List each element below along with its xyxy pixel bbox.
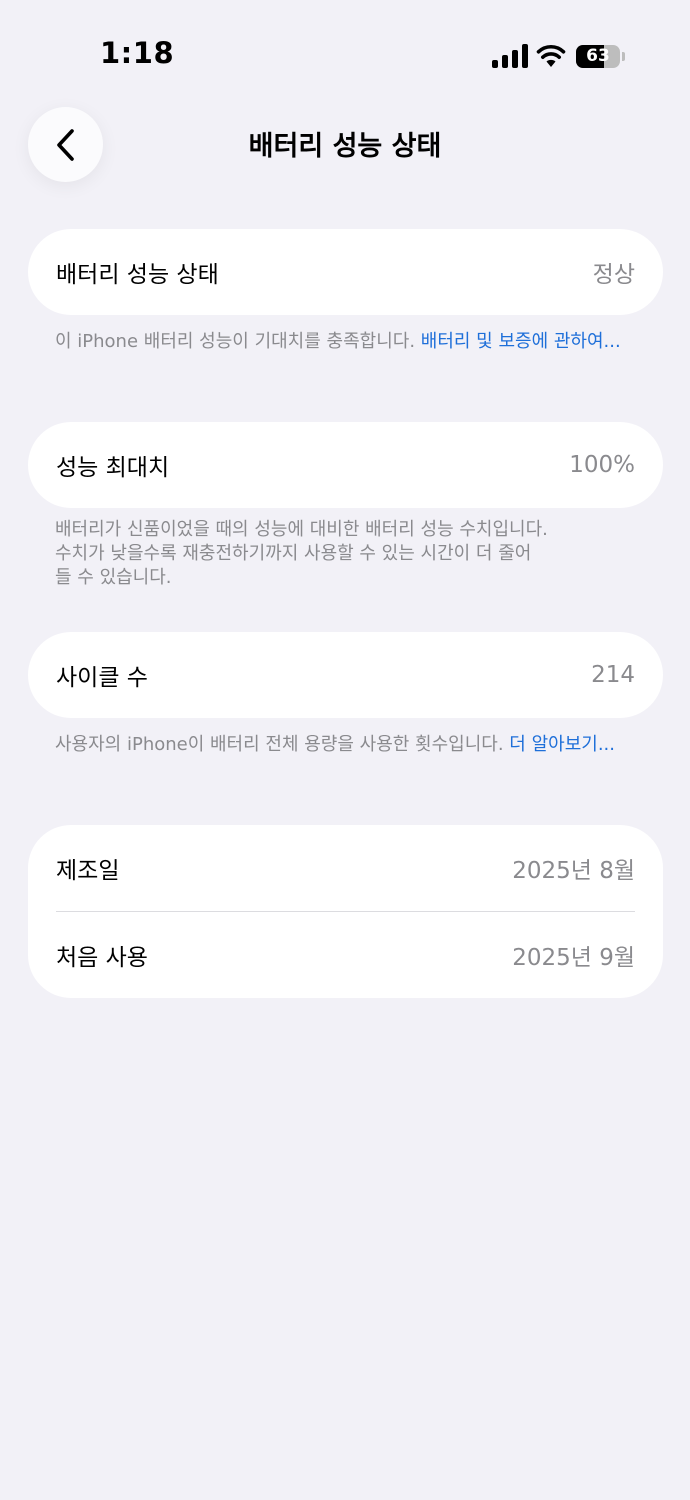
battery-warranty-link[interactable]: 배터리 및 보증에 관하여... bbox=[421, 331, 621, 352]
battery-cap bbox=[622, 52, 625, 61]
battery-health-footnote: 이 iPhone 배터리 성능이 기대치를 충족합니다. 배터리 및 보증에 관… bbox=[55, 330, 635, 354]
cycle-count-footnote-text: 사용자의 iPhone이 배터리 전체 용량을 사용한 횟수입니다. bbox=[55, 734, 510, 755]
learn-more-link[interactable]: 더 알아보기... bbox=[509, 734, 615, 755]
max-capacity-footnote: 배터리가 신품이었을 때의 성능에 대비한 배터리 성능 수치입니다. 수치가 … bbox=[55, 518, 635, 590]
max-capacity-footnote-line: 들 수 있습니다. bbox=[55, 567, 172, 588]
max-capacity-label: 성능 최대치 bbox=[56, 455, 170, 481]
cycle-count-footnote: 사용자의 iPhone이 배터리 전체 용량을 사용한 횟수입니다. 더 알아보… bbox=[55, 733, 635, 757]
cycle-count-card: 사이클 수 214 bbox=[28, 632, 663, 718]
cycle-count-value: 214 bbox=[591, 662, 635, 688]
first-use-row: 처음 사용 2025년 9월 bbox=[28, 912, 663, 998]
max-capacity-footnote-line: 배터리가 신품이었을 때의 성능에 대비한 배터리 성능 수치입니다. bbox=[55, 519, 548, 540]
cellular-signal-icon bbox=[492, 44, 528, 68]
battery-icon: 63 bbox=[576, 45, 620, 68]
battery-health-footnote-text: 이 iPhone 배터리 성능이 기대치를 충족합니다. bbox=[55, 331, 421, 352]
first-use-label: 처음 사용 bbox=[56, 945, 148, 971]
battery-health-row: 배터리 성능 상태 정상 bbox=[28, 229, 663, 315]
status-time: 1:18 bbox=[100, 36, 175, 70]
max-capacity-value: 100% bbox=[569, 452, 635, 478]
cycle-count-row: 사이클 수 214 bbox=[28, 632, 663, 718]
manufacture-date-row: 제조일 2025년 8월 bbox=[28, 825, 663, 911]
battery-health-value: 정상 bbox=[592, 262, 635, 288]
max-capacity-card: 성능 최대치 100% bbox=[28, 422, 663, 508]
page-title: 배터리 성능 상태 bbox=[248, 131, 442, 162]
status-bar: 1:18 63 bbox=[0, 0, 690, 100]
battery-health-card: 배터리 성능 상태 정상 bbox=[28, 229, 663, 315]
max-capacity-row: 성능 최대치 100% bbox=[28, 422, 663, 508]
manufacture-date-value: 2025년 8월 bbox=[512, 858, 635, 884]
battery-health-label: 배터리 성능 상태 bbox=[56, 262, 219, 288]
cycle-count-label: 사이클 수 bbox=[56, 665, 148, 691]
status-icons: 63 bbox=[492, 42, 632, 72]
first-use-value: 2025년 9월 bbox=[512, 945, 635, 971]
manufacture-date-label: 제조일 bbox=[56, 858, 120, 884]
max-capacity-footnote-line: 수치가 낮을수록 재충전하기까지 사용할 수 있는 시간이 더 줄어 bbox=[55, 543, 532, 564]
wifi-icon bbox=[536, 44, 566, 67]
battery-level: 63 bbox=[586, 46, 610, 66]
dates-card: 제조일 2025년 8월 처음 사용 2025년 9월 bbox=[28, 825, 663, 998]
